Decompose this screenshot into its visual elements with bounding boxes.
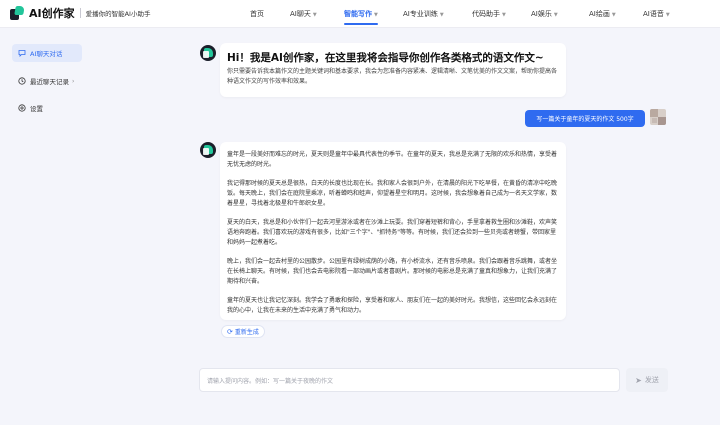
regenerate-button[interactable]: ⟳ 重新生成 [221,325,265,338]
nav-item-label: 代码助手 [472,10,500,18]
nav-item-ai-entertainment[interactable]: AI娱乐 ▼ [531,9,558,19]
assistant-avatar [200,142,216,158]
user-avatar [650,109,666,125]
nav-item-label: 智能写作 [344,10,372,18]
nav-item-ai-voice[interactable]: AI语音 ▼ [643,9,670,19]
chat-bubble-icon [18,49,26,57]
chevron-down-icon: ▼ [665,12,670,18]
nav-item-code-assistant[interactable]: 代码助手 ▼ [472,9,506,19]
refresh-icon: ⟳ [227,327,233,336]
sidebar: AI聊天对话 最近聊天记录 › 设置 [0,29,88,425]
essay-paragraph: 我记得那时候的夏天总是很热，白天的长度也比现在长。我和家人会很到户外，在清晨的阳… [227,180,558,207]
chat-area: Hi！我是AI创作家，在这里我将会指导你创作各类格式的语文作文~ 你只需要告诉我… [88,29,720,425]
nav-item-label: 首页 [250,10,264,18]
send-button[interactable]: ➤ 发送 [626,368,668,392]
sidebar-item-label: 最近聊天记录 [30,78,69,86]
nav-item-label: AI专业训练 [403,10,438,18]
chevron-down-icon: ▼ [439,12,444,18]
nav-item-label: AI聊天 [290,10,311,18]
main-nav: 首页 AI聊天 ▼ 智能写作 ▼ AI专业训练 ▼ 代码助手 ▼ AI娱乐 ▼ AI绘画 ▼… [0,0,720,28]
nav-item-label: AI绘画 [589,10,610,18]
send-label: 发送 [644,376,659,384]
sidebar-item-recent-chats[interactable]: 最近聊天记录 › [12,72,82,90]
nav-item-ai-painting[interactable]: AI绘画 ▼ [589,9,616,19]
regenerate-label: 重新生成 [234,329,259,336]
nav-item-label: AI语音 [643,10,664,18]
sidebar-item-ai-chat[interactable]: AI聊天对话 [12,44,82,62]
chevron-down-icon: ▼ [374,12,378,18]
essay-paragraph: 童年是一段美好而难忘的时光，夏天则是童年中最具代表性的季节。在童年的夏天，我总是… [227,151,558,168]
nav-item-label: AI娱乐 [531,10,552,18]
user-message: 写一篇关于童年的夏天的作文 500字 [525,110,645,127]
essay-paragraph: 夏天的白天，我总是和小伙伴们一起去河里游泳或者在沙滩上玩耍。我们穿着短裤和背心，… [227,219,558,246]
top-navbar: AI创作家 爱播你的智能AI小助手 首页 AI聊天 ▼ 智能写作 ▼ AI专业训练 ▼… [0,0,720,28]
greeting-subtitle: 你只需要告诉我本篇作文的主题关键词和基本要求，我会为您准备内容紧凑、逻辑清晰、文… [227,68,558,85]
chevron-right-icon: › [72,77,75,85]
prompt-placeholder: 请输入提问内容。例如：写一篇关于夜晚的作文 [207,377,334,385]
assistant-essay-message: 童年是一段美好而难忘的时光，夏天则是童年中最具代表性的季节。在童年的夏天，我总是… [220,142,566,320]
gear-icon [18,104,26,112]
nav-item-home[interactable]: 首页 [250,9,264,19]
essay-paragraph: 晚上，我们会一起去村里的公园散步。公园里有绿树成荫的小路，有小桥流水，还有音乐喷… [227,258,558,285]
chevron-down-icon: ▼ [611,12,616,18]
nav-item-smart-writing[interactable]: 智能写作 ▼ [344,9,378,25]
chevron-down-icon: ▼ [502,12,506,18]
greeting-message: Hi！我是AI创作家，在这里我将会指导你创作各类格式的语文作文~ 你只需要告诉我… [220,43,566,97]
chevron-down-icon: ▼ [553,12,558,18]
nav-item-ai-chat[interactable]: AI聊天 ▼ [290,9,317,19]
sidebar-item-label: AI聊天对话 [30,50,63,58]
send-icon: ➤ [635,375,642,385]
assistant-avatar [200,45,216,61]
sidebar-item-label: 设置 [30,105,43,113]
clock-icon [18,77,26,85]
chevron-down-icon: ▼ [312,12,317,18]
nav-item-ai-training[interactable]: AI专业训练 ▼ [403,9,444,19]
prompt-input[interactable]: 请输入提问内容。例如：写一篇关于夜晚的作文 [199,368,620,392]
greeting-title: Hi！我是AI创作家，在这里我将会指导你创作各类格式的语文作文~ [227,52,544,64]
sidebar-item-settings[interactable]: 设置 [12,99,82,117]
essay-paragraph: 童年的夏天也让我记忆深刻。我学会了勇敢和探险，享受着和家人、朋友们在一起的美好时… [227,297,558,314]
essay-content: 童年是一段美好而难忘的时光，夏天则是童年中最具代表性的季节。在童年的夏天，我总是… [227,150,559,325]
